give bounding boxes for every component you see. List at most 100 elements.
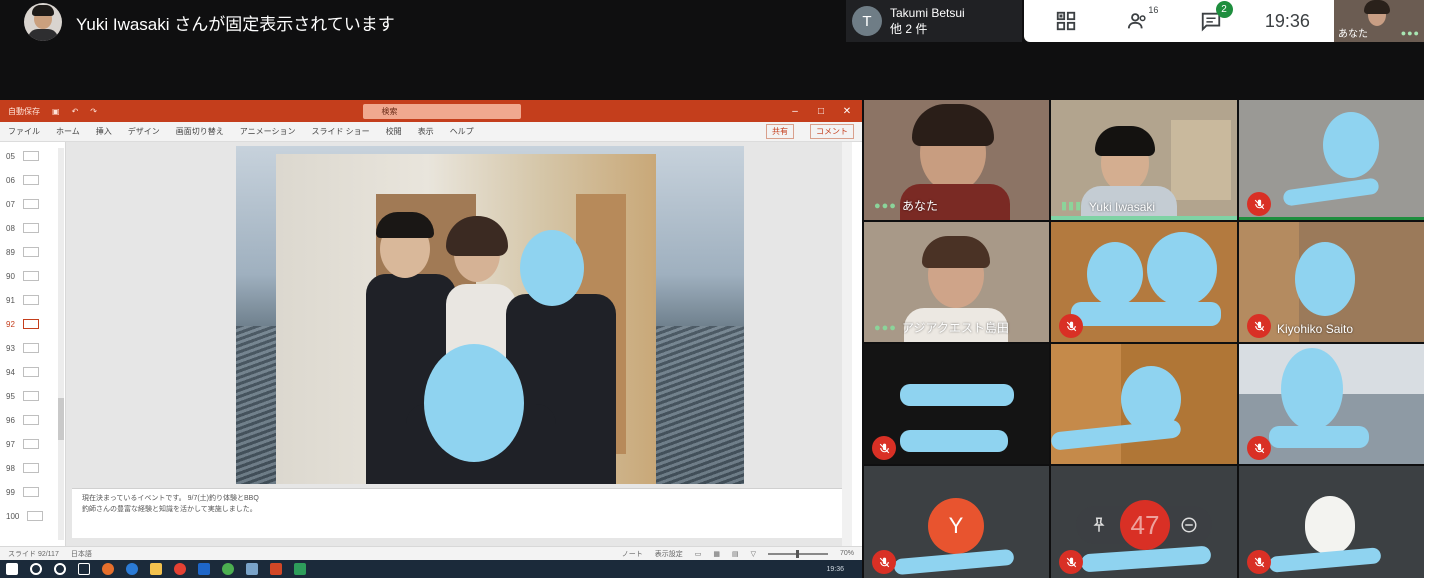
ppt-comment-button[interactable]: コメント [810,124,854,139]
participant-tile[interactable]: Kiyohiko Saito [1239,222,1424,342]
notes-toggle[interactable]: ノート [622,549,643,559]
presenter-avatar: T [852,6,882,36]
display-settings[interactable]: 表示設定 [655,549,683,559]
chat-button[interactable]: 2 [1193,1,1233,36]
slideshow-view-icon[interactable]: ▽ [751,550,756,558]
remove-button[interactable] [1177,513,1201,537]
participant-tile[interactable]: ●●● アジアクエスト島田 [864,222,1049,342]
slide-thumbnail[interactable]: 94 [0,360,66,384]
notes-line: 釣師さんの豊富な経験と知識を活かして実施しました。 [82,506,257,513]
slide-thumbnail[interactable]: 100 [0,504,66,528]
presenter-chip[interactable]: T Takumi Betsui 他 2 件 [846,0,1022,42]
cortana-icon[interactable] [54,563,66,575]
participant-tile[interactable] [1051,344,1237,464]
participant-tile[interactable] [864,344,1049,464]
audio-dots-icon: ●●● [874,200,897,212]
participant-tile[interactable]: ▮▮▮ Yuki Iwasaki [1051,100,1237,220]
windows-start-icon[interactable] [6,563,18,575]
close-icon[interactable]: ✕ [840,106,854,117]
slide-thumbnail[interactable]: 06 [0,168,66,192]
muted-mic-icon [872,550,896,574]
slide-thumbnail[interactable]: 97 [0,432,66,456]
participant-tile[interactable] [1239,344,1424,464]
participant-name: Kiyohiko Saito [1277,322,1354,336]
search-icon[interactable] [30,563,42,575]
slide-thumbnail[interactable]: 05 [0,144,66,168]
minimize-icon[interactable]: – [788,106,802,117]
ppt-title-bar: 自動保存 ▣ ↶ ↷ 検索 – □ ✕ [0,100,862,122]
undo-icon[interactable]: ↶ [72,107,79,116]
participant-tile[interactable] [1051,222,1237,342]
language-indicator: 日本語 [70,550,92,558]
participant-overflow-count[interactable]: 47 [1120,500,1170,550]
redaction-mark [1295,242,1355,316]
sorter-view-icon[interactable]: ▦ [713,550,720,558]
ppt-share-button[interactable]: 共有 [766,124,794,139]
participant-name: Yuki Iwasaki [1089,200,1156,214]
participant-tile[interactable] [1239,466,1424,578]
slide-thumbnail-pane: 05 06 07 08 89 90 91 92 93 94 95 96 97 9… [0,142,66,546]
edge-icon[interactable] [126,563,138,575]
task-view-icon[interactable] [78,563,90,575]
slide-thumbnail[interactable]: 91 [0,288,66,312]
self-view-label: あなた [1338,29,1368,40]
save-icon[interactable]: ▣ [52,107,60,116]
slide-thumbnail-active[interactable]: 92 [0,312,66,336]
powerpoint-icon[interactable] [270,563,282,575]
participant-tile[interactable]: Y [864,466,1049,578]
ribbon-tab[interactable]: 画面切り替え [176,126,224,137]
slide-thumbnail[interactable]: 08 [0,216,66,240]
participant-tile[interactable] [1239,100,1424,220]
activities-button[interactable] [1048,6,1084,36]
ribbon-tab[interactable]: 表示 [418,126,434,137]
thumbnail-scrollbar[interactable] [58,148,64,540]
ribbon-tab[interactable]: 挿入 [96,126,112,137]
slide-thumbnail[interactable]: 98 [0,456,66,480]
redaction-mark [1323,112,1379,178]
redo-icon[interactable]: ↷ [90,107,97,116]
ribbon-tab[interactable]: スライド ショー [311,126,369,137]
ribbon-tab[interactable]: ホーム [56,126,80,137]
maximize-icon[interactable]: □ [814,106,828,117]
speaking-indicator [1051,216,1237,220]
ribbon-tab[interactable]: 校閲 [386,126,402,137]
normal-view-icon[interactable]: ▭ [695,550,702,558]
app-icon[interactable] [246,563,258,575]
chrome-icon[interactable] [222,563,234,575]
muted-mic-icon [872,436,896,460]
slide-photo [276,154,656,484]
ribbon-tab[interactable]: ヘルプ [450,126,474,137]
slide-thumbnail[interactable]: 90 [0,264,66,288]
presenter-others: 他 2 件 [890,22,928,36]
slide-thumbnail[interactable]: 93 [0,336,66,360]
pin-button[interactable] [1087,513,1111,537]
slide-thumbnail[interactable]: 96 [0,408,66,432]
slide-thumbnail[interactable]: 99 [0,480,66,504]
ribbon-tab[interactable]: ファイル [8,126,40,137]
chrome-icon[interactable] [174,563,186,575]
ribbon-tab[interactable]: アニメーション [240,126,296,137]
app-icon[interactable] [294,563,306,575]
slide-scrollbar[interactable] [842,142,852,546]
autosave-label: 自動保存 [8,106,40,116]
reading-view-icon[interactable]: ▤ [732,550,739,558]
redaction-mark [1269,426,1369,448]
redaction-mark [1281,348,1343,430]
zoom-slider[interactable] [767,549,828,558]
slide-thumbnail[interactable]: 07 [0,192,66,216]
slide-thumbnail[interactable]: 89 [0,240,66,264]
slide-thumbnail[interactable]: 95 [0,384,66,408]
outlook-icon[interactable] [198,563,210,575]
slide-notes[interactable]: 現在決まっているイベントです。 9/7(土)釣り体験とBBQ 釣師さんの豊富な経… [72,488,848,538]
self-view-thumbnail[interactable]: あなた ●●● [1334,0,1424,42]
ppt-ribbon-tabs: ファイル ホーム 挿入 デザイン 画面切り替え アニメーション スライド ショー… [0,122,862,142]
ppt-search-box[interactable]: 検索 [363,103,522,119]
meet-window: Yuki Iwasaki さんが固定表示されています T Takumi Bets… [0,0,1424,578]
audio-dots-icon: ●●● [874,322,897,334]
slide-edit-area: 現在決まっているイベントです。 9/7(土)釣り体験とBBQ 釣師さんの豊富な経… [66,142,852,546]
ribbon-tab[interactable]: デザイン [128,126,160,137]
people-button[interactable]: 16 [1120,5,1158,36]
firefox-icon[interactable] [102,563,114,575]
folder-icon[interactable] [150,563,162,575]
participant-tile[interactable]: ●●● あなた [864,100,1049,220]
